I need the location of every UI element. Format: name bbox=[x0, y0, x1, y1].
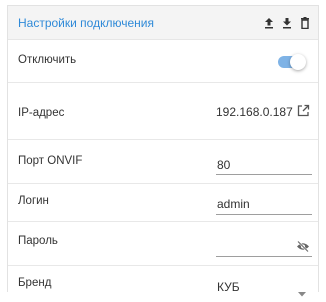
port-row: Порт ONVIF 80 bbox=[8, 140, 318, 184]
panel-title: Настройки подключения bbox=[18, 15, 154, 30]
brand-row: Бренд КУБ bbox=[8, 266, 318, 300]
ip-row: IP-адрес 192.168.0.187 bbox=[8, 83, 318, 140]
header-actions bbox=[262, 15, 312, 31]
password-label: Пароль bbox=[18, 235, 58, 247]
disable-row: Отключить bbox=[8, 40, 318, 83]
connection-settings-panel: Настройки подключения Отключить IP-адрес… bbox=[7, 5, 319, 297]
external-link-icon[interactable] bbox=[297, 104, 310, 122]
upload-icon[interactable] bbox=[262, 15, 276, 31]
brand-label: Бренд bbox=[18, 277, 52, 289]
login-underline bbox=[216, 214, 312, 215]
eye-off-icon[interactable] bbox=[296, 239, 310, 257]
login-input[interactable]: admin bbox=[217, 197, 250, 211]
port-label: Порт ONVIF bbox=[18, 155, 83, 167]
login-row: Логин admin bbox=[8, 184, 318, 222]
disable-label: Отключить bbox=[18, 54, 77, 66]
password-row: Пароль bbox=[8, 222, 318, 266]
disable-toggle-knob[interactable] bbox=[290, 54, 306, 70]
trash-icon[interactable] bbox=[298, 15, 312, 31]
ip-value[interactable]: 192.168.0.187 bbox=[216, 105, 293, 119]
chevron-down-icon[interactable] bbox=[298, 284, 306, 302]
port-input[interactable]: 80 bbox=[217, 158, 230, 172]
login-label: Логин bbox=[18, 195, 49, 207]
port-underline bbox=[216, 174, 312, 175]
panel-header: Настройки подключения bbox=[8, 6, 318, 40]
ip-label: IP-адрес bbox=[18, 107, 65, 119]
download-icon[interactable] bbox=[280, 15, 294, 31]
